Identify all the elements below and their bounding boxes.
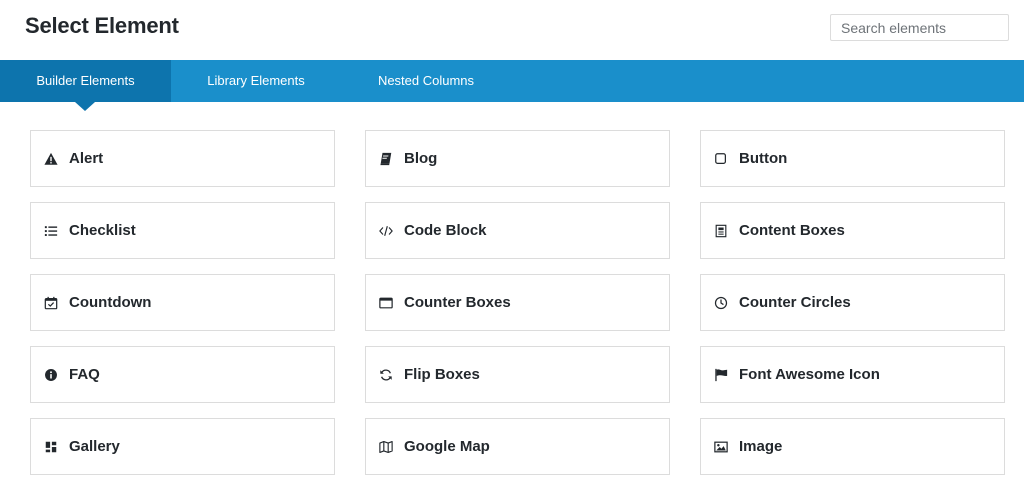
element-label: Alert [69, 150, 104, 167]
calendar-check-icon [43, 295, 58, 310]
element-button[interactable]: Button [700, 130, 1005, 187]
tab-library-elements[interactable]: Library Elements [171, 60, 341, 102]
element-label: FAQ [69, 366, 100, 383]
search-input[interactable] [830, 14, 1009, 41]
element-checklist[interactable]: Checklist [30, 202, 335, 259]
content-box-icon [713, 223, 728, 238]
element-label: Image [739, 438, 783, 455]
element-label: Counter Circles [739, 294, 851, 311]
element-label: Google Map [404, 438, 490, 455]
square-icon [713, 151, 728, 166]
image-icon [713, 439, 728, 454]
element-label: Countdown [69, 294, 152, 311]
element-label: Font Awesome Icon [739, 366, 880, 383]
tab-nested-columns[interactable]: Nested Columns [341, 60, 511, 102]
element-gallery[interactable]: Gallery [30, 418, 335, 475]
element-label: Gallery [69, 438, 120, 455]
window-icon [378, 295, 393, 310]
element-faq[interactable]: FAQ [30, 346, 335, 403]
sync-icon [378, 367, 393, 382]
warning-icon [43, 151, 58, 166]
element-label: Checklist [69, 222, 136, 239]
map-icon [378, 439, 393, 454]
element-font-awesome-icon[interactable]: Font Awesome Icon [700, 346, 1005, 403]
list-icon [43, 223, 58, 238]
element-label: Code Block [404, 222, 487, 239]
element-label: Button [739, 150, 788, 167]
clock-icon [713, 295, 728, 310]
tab-bar: Builder Elements Library Elements Nested… [0, 60, 1024, 102]
active-tab-indicator [75, 102, 95, 111]
element-image[interactable]: Image [700, 418, 1005, 475]
element-alert[interactable]: Alert [30, 130, 335, 187]
info-icon [43, 367, 58, 382]
element-blog[interactable]: Blog [365, 130, 670, 187]
page-title: Select Element [25, 13, 179, 38]
flag-icon [713, 367, 728, 382]
element-label: Blog [404, 150, 438, 167]
element-label: Flip Boxes [404, 366, 480, 383]
element-label: Counter Boxes [404, 294, 511, 311]
header: Select Element [0, 0, 1024, 60]
element-flip-boxes[interactable]: Flip Boxes [365, 346, 670, 403]
tab-builder-elements[interactable]: Builder Elements [0, 60, 171, 102]
gallery-icon [43, 439, 58, 454]
element-code-block[interactable]: Code Block [365, 202, 670, 259]
code-icon [378, 223, 393, 238]
element-counter-circles[interactable]: Counter Circles [700, 274, 1005, 331]
element-counter-boxes[interactable]: Counter Boxes [365, 274, 670, 331]
element-google-map[interactable]: Google Map [365, 418, 670, 475]
element-countdown[interactable]: Countdown [30, 274, 335, 331]
element-content-boxes[interactable]: Content Boxes [700, 202, 1005, 259]
element-label: Content Boxes [739, 222, 845, 239]
book-icon [378, 151, 393, 166]
